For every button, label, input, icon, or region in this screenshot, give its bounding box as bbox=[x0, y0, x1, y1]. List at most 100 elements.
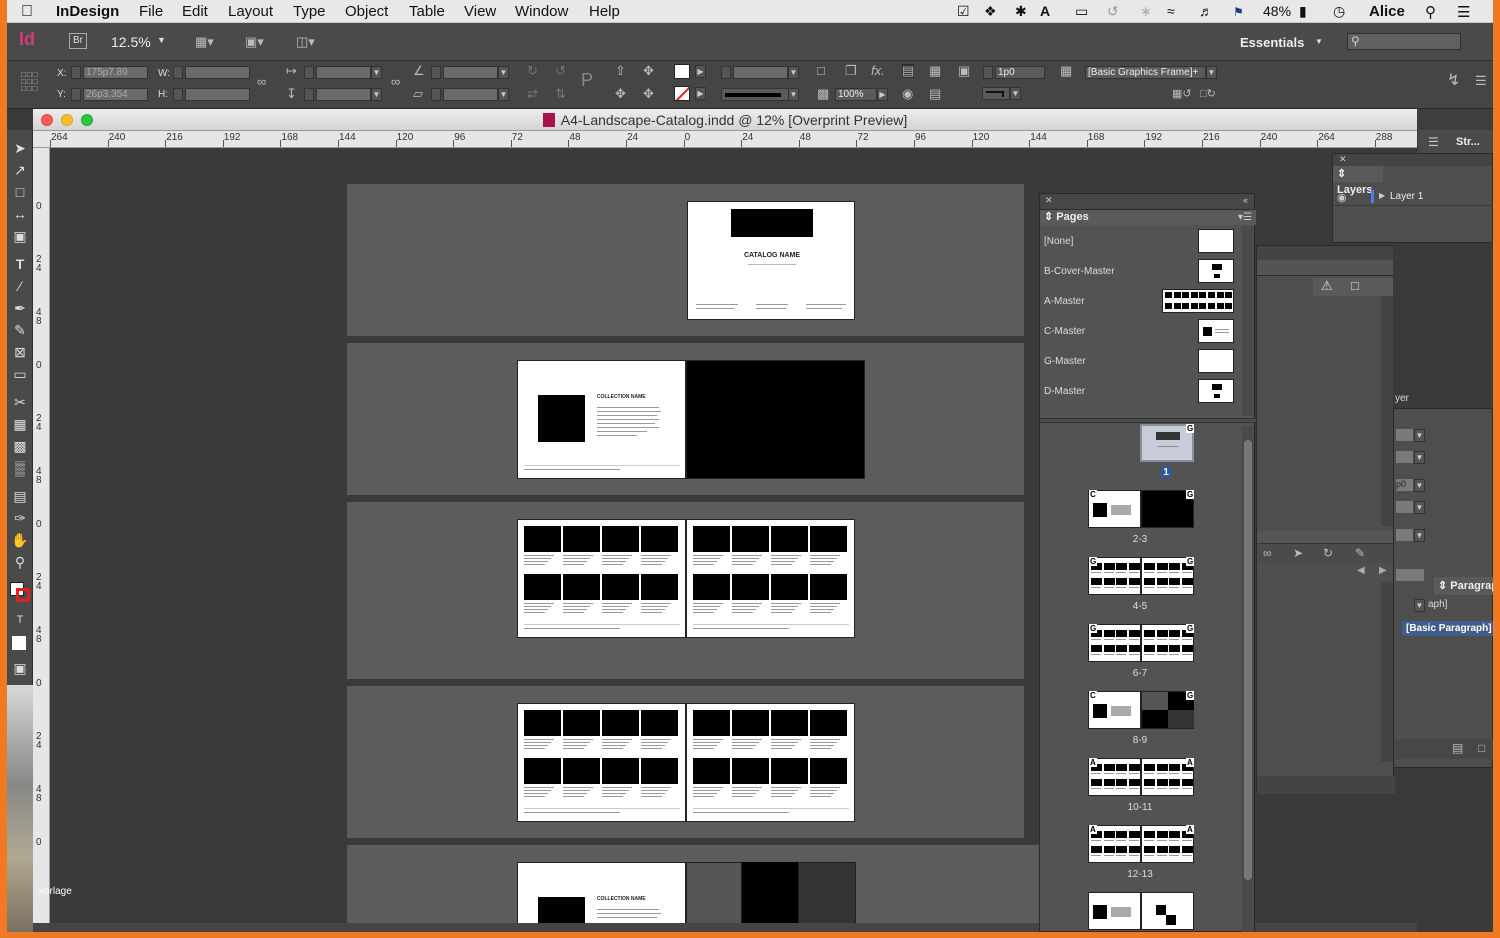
product-image[interactable] bbox=[693, 758, 730, 784]
text-wrap-jump-icon[interactable]: ▤ bbox=[929, 87, 941, 101]
flip-vertical-icon[interactable]: ⇅ bbox=[555, 87, 566, 101]
checkmark-icon[interactable]: ☑ bbox=[957, 3, 970, 20]
hand-tool-icon[interactable]: ✋ bbox=[10, 530, 30, 550]
dropbox-icon[interactable]: ❖ bbox=[984, 3, 997, 20]
rotate-spinner[interactable] bbox=[431, 66, 441, 79]
bluetooth-icon[interactable]: ✱ bbox=[1015, 3, 1027, 20]
page-thumbnail[interactable] bbox=[1088, 892, 1141, 930]
spread-8-9[interactable]: COLLECTION NAME bbox=[347, 845, 1039, 932]
notification-icon[interactable]: ☰ bbox=[1457, 3, 1470, 21]
chevron-right-icon[interactable]: ▶ bbox=[1379, 191, 1385, 200]
master-thumbnail[interactable] bbox=[1162, 289, 1234, 313]
vertical-ruler[interactable]: 0 2 4 4 8 0 2 4 4 8 0 2 4 4 8 0 2 4 4 8 0 bbox=[33, 148, 50, 932]
scale-x-icon[interactable]: ↦ bbox=[286, 64, 297, 78]
chevron-right-icon[interactable]: ▶ bbox=[877, 88, 888, 101]
menu-file[interactable]: File bbox=[139, 3, 163, 20]
product-image[interactable] bbox=[732, 710, 769, 736]
page-9-image-2[interactable] bbox=[742, 862, 798, 932]
timemachine-icon[interactable]: ↺ bbox=[1107, 3, 1119, 20]
product-image[interactable] bbox=[732, 574, 769, 600]
stroke-spinner[interactable] bbox=[983, 66, 993, 79]
page-tool-icon[interactable]: □ bbox=[10, 182, 30, 202]
page-thumbnail[interactable] bbox=[1141, 892, 1194, 930]
chevron-left-icon[interactable]: ◀ bbox=[1357, 565, 1365, 576]
spread-6-7[interactable] bbox=[347, 686, 1024, 838]
y-field[interactable]: 26p3.354 bbox=[83, 88, 148, 101]
stroke-weight-spinner[interactable] bbox=[721, 66, 731, 79]
free-transform-tool-icon[interactable]: ▦ bbox=[10, 414, 30, 434]
menu-object[interactable]: Object bbox=[345, 3, 388, 20]
chevron-down-icon[interactable]: ▼ bbox=[498, 88, 509, 101]
scale-x-spinner[interactable] bbox=[304, 66, 314, 79]
direct-selection-tool-icon[interactable]: ↗ bbox=[10, 160, 30, 180]
opacity-field[interactable]: 100% bbox=[835, 88, 877, 101]
x-spinner[interactable] bbox=[71, 66, 81, 79]
page-9-image-1[interactable] bbox=[686, 862, 742, 932]
flag-icon[interactable]: ⚑ bbox=[1233, 5, 1244, 19]
product-image[interactable] bbox=[810, 710, 847, 736]
eyedropper-tool-icon[interactable]: ✑ bbox=[10, 508, 30, 528]
product-image[interactable] bbox=[602, 710, 639, 736]
product-image[interactable] bbox=[602, 526, 639, 552]
spread-1[interactable]: CATALOG NAME bbox=[347, 184, 1024, 336]
product-image[interactable] bbox=[732, 526, 769, 552]
formatting-text-icon[interactable]: T bbox=[10, 610, 30, 630]
select-content-icon[interactable]: ✥ bbox=[643, 64, 654, 78]
x-field[interactable]: 175p7.89 bbox=[83, 66, 148, 79]
wifi-icon[interactable]: ≈ bbox=[1167, 3, 1175, 19]
drop-shadow-icon[interactable]: ❐ bbox=[845, 64, 857, 78]
page-4[interactable] bbox=[517, 519, 686, 638]
scroll-thumb[interactable] bbox=[1244, 440, 1252, 880]
reference-point-icon[interactable]: □□□ □□□ □□□ bbox=[21, 71, 43, 93]
chevron-down-icon[interactable]: ▼ bbox=[1206, 66, 1217, 79]
spread-2-3[interactable]: COLLECTION NAME bbox=[347, 343, 1024, 495]
select-container-icon[interactable]: ⇧ bbox=[615, 64, 626, 78]
visibility-eye-icon[interactable]: ◉ bbox=[1337, 191, 1347, 204]
goto-link-icon[interactable]: ➤ bbox=[1293, 546, 1303, 560]
master-item[interactable]: A-Master bbox=[1040, 286, 1240, 316]
master-thumbnail[interactable] bbox=[1198, 349, 1234, 373]
menu-view[interactable]: View bbox=[464, 3, 496, 20]
menu-window[interactable]: Window bbox=[515, 3, 568, 20]
panel-menu-icon[interactable]: ▾☰ bbox=[1238, 210, 1252, 225]
paragraph-tab[interactable]: ⇕ Paragrap bbox=[1434, 577, 1493, 595]
scale-y-field[interactable] bbox=[316, 88, 371, 101]
product-image[interactable] bbox=[771, 758, 808, 784]
product-image[interactable] bbox=[524, 574, 561, 600]
product-image[interactable] bbox=[693, 526, 730, 552]
chevron-right-icon[interactable]: ▶ bbox=[1379, 565, 1387, 576]
zoom-window-button[interactable] bbox=[81, 114, 93, 126]
constrain-proportions-icon[interactable]: ∞ bbox=[257, 75, 266, 89]
menu-edit[interactable]: Edit bbox=[182, 3, 208, 20]
menu-help[interactable]: Help bbox=[589, 3, 620, 20]
content-collector-icon[interactable]: ▣ bbox=[10, 226, 30, 246]
opacity-icon[interactable]: ▩ bbox=[817, 87, 829, 101]
gap-tool-icon[interactable]: ↔ bbox=[10, 204, 30, 224]
product-image[interactable] bbox=[524, 710, 561, 736]
page-icon[interactable]: □ bbox=[1351, 278, 1359, 293]
apple-icon[interactable]:  bbox=[21, 3, 33, 21]
rectangle-frame-tool-icon[interactable]: ⊠ bbox=[10, 342, 30, 362]
view-options-icon[interactable]: ▦▾ bbox=[195, 35, 214, 49]
link-icon[interactable]: ∞ bbox=[1263, 546, 1272, 560]
chevron-down-icon[interactable]: ▼ bbox=[498, 66, 509, 79]
rotate-angle-icon[interactable]: ∠ bbox=[413, 64, 425, 78]
stroke-type-select[interactable] bbox=[721, 88, 789, 101]
chevron-right-icon[interactable]: ▶ bbox=[695, 65, 706, 78]
panel-menu-icon[interactable]: ☰ bbox=[1475, 74, 1487, 88]
volume-icon[interactable]: ♬ bbox=[1199, 3, 1213, 19]
shear-spinner[interactable] bbox=[431, 88, 441, 101]
product-image[interactable] bbox=[693, 574, 730, 600]
product-image[interactable] bbox=[641, 574, 678, 600]
apply-color-icon[interactable] bbox=[12, 636, 26, 650]
scale-y-icon[interactable]: ↧ bbox=[286, 87, 297, 101]
zoom-level[interactable]: 12.5% bbox=[111, 34, 151, 50]
object-style-select[interactable]: [Basic Graphics Frame]+ bbox=[1085, 66, 1206, 79]
cover-page[interactable]: CATALOG NAME bbox=[687, 201, 855, 320]
object-style-icon[interactable]: ▦ bbox=[1060, 64, 1072, 78]
rectangle-tool-icon[interactable]: ▭ bbox=[10, 364, 30, 384]
chevron-down-icon[interactable]: ▼ bbox=[157, 35, 166, 45]
shear-field[interactable] bbox=[443, 88, 498, 101]
chevron-down-icon[interactable]: ▼ bbox=[371, 66, 382, 79]
menu-table[interactable]: Table bbox=[409, 3, 445, 20]
